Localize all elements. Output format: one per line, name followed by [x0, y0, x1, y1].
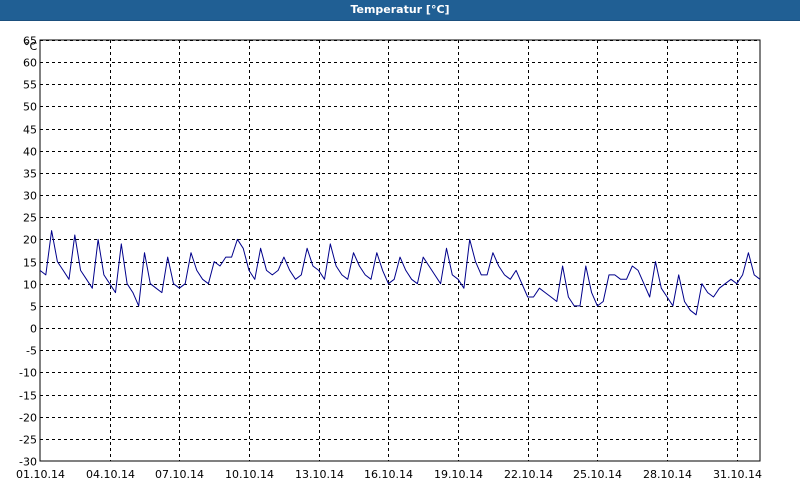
x-tick-label: 13.10.14	[295, 468, 344, 481]
x-tick-label: 31.10.14	[713, 468, 762, 481]
x-tick-label: 28.10.14	[643, 468, 692, 481]
x-tick-label: 07.10.14	[155, 468, 204, 481]
y-tick-label: 40	[23, 146, 37, 159]
y-tick-label: 0	[30, 323, 37, 336]
y-tick-label: 15	[23, 257, 37, 270]
series-layer	[39, 230, 761, 316]
y-tick-label: 35	[23, 168, 37, 181]
y-tick-label: 20	[23, 234, 37, 247]
y-axis-unit-label: °C	[24, 40, 38, 53]
y-tick-label: 5	[30, 301, 37, 314]
y-tick-label: 60	[23, 57, 37, 70]
y-tick-label: -30	[19, 456, 37, 469]
x-tick-label: 22.10.14	[504, 468, 553, 481]
x-axis-tick-labels: 01.10.14 04.10.14 07.10.14 10.10.14 13.10.14…	[16, 468, 762, 481]
y-tick-label: 55	[23, 79, 37, 92]
x-tick-label: 16.10.14	[364, 468, 413, 481]
x-tick-label: 19.10.14	[434, 468, 483, 481]
series-line-temperature	[39, 230, 761, 316]
y-tick-label: -20	[19, 412, 37, 425]
chart-window: Temperatur [°C] 65 60 55 50 45 40 35 30 25 20 15 10…	[0, 0, 800, 500]
y-tick-label: -15	[19, 390, 37, 403]
x-tick-label: 10.10.14	[225, 468, 274, 481]
y-tick-label: -10	[19, 367, 37, 380]
x-tick-label: 04.10.14	[86, 468, 135, 481]
y-tick-label: -25	[19, 434, 37, 447]
y-tick-label: -5	[26, 345, 37, 358]
plot-area-frame	[39, 39, 761, 462]
y-axis-tick-labels: 65605550454035302520151050-5-10-15-20-25…	[19, 35, 37, 469]
y-tick-label: 45	[23, 124, 37, 137]
title-bar: Temperatur [°C]	[0, 0, 800, 21]
temperature-chart: 65605550454035302520151050-5-10-15-20-25…	[16, 35, 762, 482]
y-tick-label: 10	[23, 279, 37, 292]
x-tick-label: 25.10.14	[573, 468, 622, 481]
y-tick-label: 30	[23, 190, 37, 203]
chart-title: Temperatur [°C]	[350, 3, 450, 16]
y-tick-label: 50	[23, 101, 37, 114]
x-tick-label: 01.10.14	[16, 468, 65, 481]
y-tick-label: 25	[23, 212, 37, 225]
grid	[40, 40, 760, 461]
